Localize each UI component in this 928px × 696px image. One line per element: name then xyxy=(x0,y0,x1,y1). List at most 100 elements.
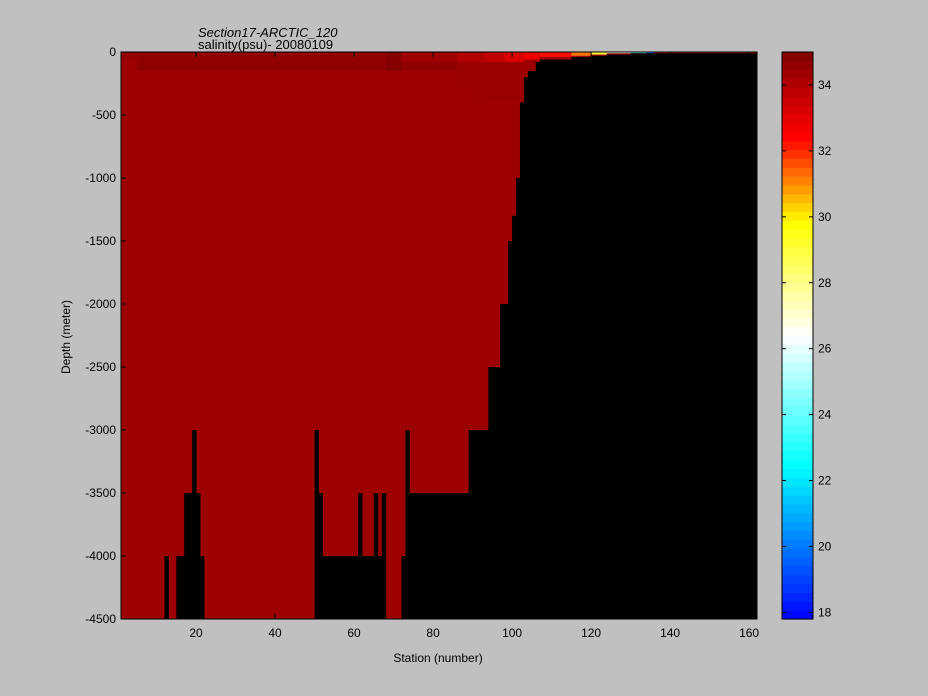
seafloor-column xyxy=(523,77,529,619)
colorbar-band xyxy=(782,264,813,275)
colorbar-band xyxy=(782,167,813,177)
colorbar-band xyxy=(782,353,813,363)
water-patch xyxy=(523,52,540,60)
colorbar-tick-label: 20 xyxy=(818,539,832,553)
colorbar-band xyxy=(782,335,813,345)
water-patch xyxy=(136,52,386,71)
colorbar-band xyxy=(782,246,813,257)
y-tick-label: -2500 xyxy=(85,360,116,374)
colorbar-band xyxy=(782,441,813,452)
colorbar-band xyxy=(782,565,813,576)
water-patch xyxy=(539,52,572,58)
colorbar-tick-label: 28 xyxy=(818,276,832,290)
colorbar-tick-label: 26 xyxy=(818,342,832,356)
seafloor-column xyxy=(192,430,197,619)
seafloor-column xyxy=(539,59,572,620)
x-tick-label: 120 xyxy=(581,626,601,640)
colorbar-band xyxy=(782,521,813,532)
seafloor-column xyxy=(606,54,632,619)
seafloor-column xyxy=(314,430,320,619)
seafloor-column xyxy=(488,367,501,619)
colorbar-band xyxy=(782,96,813,106)
colorbar-band xyxy=(782,610,813,620)
colorbar-band xyxy=(782,78,813,89)
seafloor-column xyxy=(401,556,406,619)
water-patch xyxy=(385,52,402,71)
colorbar-tick-label: 18 xyxy=(818,605,832,619)
y-axis-label: Depth (meter) xyxy=(59,300,73,374)
colorbar-band xyxy=(782,238,813,248)
x-tick-label: 60 xyxy=(347,626,361,640)
x-axis-label: Station (number) xyxy=(393,651,482,665)
y-tick-label: -1500 xyxy=(85,234,116,248)
water-patch xyxy=(484,62,520,100)
seafloor-column xyxy=(516,178,521,619)
water-patch xyxy=(484,52,505,63)
seafloor-column xyxy=(535,62,541,619)
water-patch xyxy=(121,52,137,60)
colorbar-band xyxy=(782,548,813,558)
colorbar-band xyxy=(782,149,813,159)
seafloor-column xyxy=(500,304,509,619)
y-tick-label: -2000 xyxy=(85,297,116,311)
y-tick-label: 0 xyxy=(109,45,116,59)
seafloor-column xyxy=(405,430,410,619)
colorbar-band xyxy=(782,388,813,399)
water-patch xyxy=(472,62,485,103)
colorbar-band xyxy=(782,184,813,195)
colorbar-tick-label: 30 xyxy=(818,210,832,224)
colorbar-band xyxy=(782,105,813,115)
colorbar-band xyxy=(782,87,813,97)
seafloor-column xyxy=(184,493,193,619)
colorbar-band xyxy=(782,556,813,567)
colorbar-band xyxy=(782,122,813,133)
colorbar-tick-label: 22 xyxy=(818,474,832,488)
seafloor-column xyxy=(200,556,205,619)
colorbar-band xyxy=(782,326,813,337)
x-tick-label: 160 xyxy=(739,626,759,640)
colorbar-band xyxy=(782,273,813,283)
seafloor-column xyxy=(361,556,375,619)
y-tick-label: -1000 xyxy=(85,171,116,185)
seafloor-column xyxy=(373,493,379,619)
colorbar-band xyxy=(782,158,813,168)
seafloor-column xyxy=(591,55,608,619)
colorbar-band xyxy=(782,308,813,319)
colorbar-band xyxy=(782,317,813,328)
colorbar-band xyxy=(782,211,813,221)
colorbar-band xyxy=(782,592,813,602)
seafloor-column xyxy=(164,556,169,619)
colorbar-band xyxy=(782,530,813,540)
colorbar-band xyxy=(782,300,813,310)
colorbar-band xyxy=(782,406,813,416)
x-tick-label: 80 xyxy=(426,626,440,640)
x-tick-label: 140 xyxy=(660,626,680,640)
colorbar-band xyxy=(782,114,813,124)
colorbar-band xyxy=(782,140,813,151)
colorbar-band xyxy=(782,370,813,381)
water-patch xyxy=(504,52,524,63)
colorbar-band xyxy=(782,229,813,239)
colorbar-band xyxy=(782,574,813,585)
colorbar-band xyxy=(782,176,813,186)
colorbar-band xyxy=(782,486,813,496)
y-tick-label: -3500 xyxy=(85,486,116,500)
seafloor-column xyxy=(358,493,363,619)
colorbar-band xyxy=(782,539,813,549)
colorbar-band xyxy=(782,344,813,354)
seafloor-column xyxy=(409,493,470,619)
x-tick-label: 20 xyxy=(189,626,203,640)
y-tick-label: -3000 xyxy=(85,423,116,437)
colorbar-band xyxy=(782,202,813,213)
salinity-section-figure: Section17-ARCTIC_120 salinity(psu)- 2008… xyxy=(59,25,832,665)
colorbar-band xyxy=(782,424,813,434)
y-tick-label: -4000 xyxy=(85,549,116,563)
x-tick-label: 40 xyxy=(268,626,282,640)
seafloor-column xyxy=(176,556,185,619)
colorbar-band xyxy=(782,512,813,523)
colorbar-tick-label: 24 xyxy=(818,408,832,422)
seafloor-column xyxy=(571,57,592,620)
colorbar-band xyxy=(782,60,813,71)
x-tick-label: 100 xyxy=(502,626,522,640)
colorbar-band xyxy=(782,131,813,142)
